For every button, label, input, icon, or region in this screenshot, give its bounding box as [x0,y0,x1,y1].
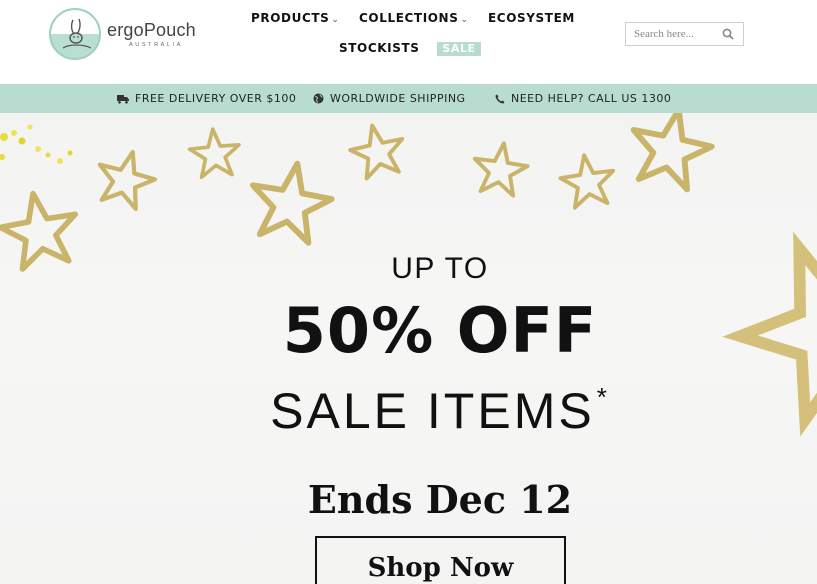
nav-collections[interactable]: COLLECTIONS ⌄ [359,11,469,25]
site-header: ergoPouch AUSTRALIA PRODUCTS ⌄ COLLECTION… [0,0,817,84]
search-icon[interactable] [722,28,734,40]
kangaroo-logo-icon [49,8,101,60]
shop-now-button[interactable]: Shop Now [315,536,566,584]
nav-stockists-label: STOCKISTS [339,41,420,55]
worldwide-shipping-notice: WORLDWIDE SHIPPING [313,92,466,105]
chevron-down-icon: ⌄ [460,15,469,25]
hero-discount: 50% OFF [282,294,598,367]
brand-region: AUSTRALIA [129,42,183,48]
nav-sale[interactable]: SALE [437,42,481,56]
help-text: NEED HELP? CALL US 1300 [511,92,672,105]
search-box [625,22,744,46]
nav-ecosystem-label: ECOSYSTEM [488,11,575,25]
hero-ends-date: Ends Dec 12 [307,477,573,522]
truck-icon [117,94,129,104]
hero-up-to: UP TO [391,252,489,285]
info-bar: FREE DELIVERY OVER $100 WORLDWIDE SHIPPI… [0,84,817,113]
nav-collections-label: COLLECTIONS [359,11,459,25]
chevron-down-icon: ⌄ [331,15,340,25]
free-delivery-text: FREE DELIVERY OVER $100 [135,92,297,105]
brand-name: ergoPouch [107,20,196,40]
nav-products-label: PRODUCTS [251,11,330,25]
hero-banner[interactable]: UP TO 50% OFF SALE ITEMS* Ends Dec 12 Sh… [0,113,817,584]
hero-sale-items: SALE ITEMS* [0,367,817,441]
phone-icon [495,94,505,103]
globe-icon [313,93,324,104]
hero-asterisk: * [596,382,610,412]
help-notice[interactable]: NEED HELP? CALL US 1300 [495,92,671,105]
nav-products[interactable]: PRODUCTS ⌄ [251,11,340,25]
brand-logo[interactable]: ergoPouch AUSTRALIA [49,8,209,60]
nav-stockists[interactable]: STOCKISTS [339,41,419,55]
hero-sale-items-text: SALE ITEMS [270,383,595,439]
nav-ecosystem[interactable]: ECOSYSTEM [488,11,575,25]
worldwide-shipping-text: WORLDWIDE SHIPPING [330,92,466,105]
free-delivery-notice: FREE DELIVERY OVER $100 [117,92,296,105]
search-input[interactable] [634,24,724,44]
